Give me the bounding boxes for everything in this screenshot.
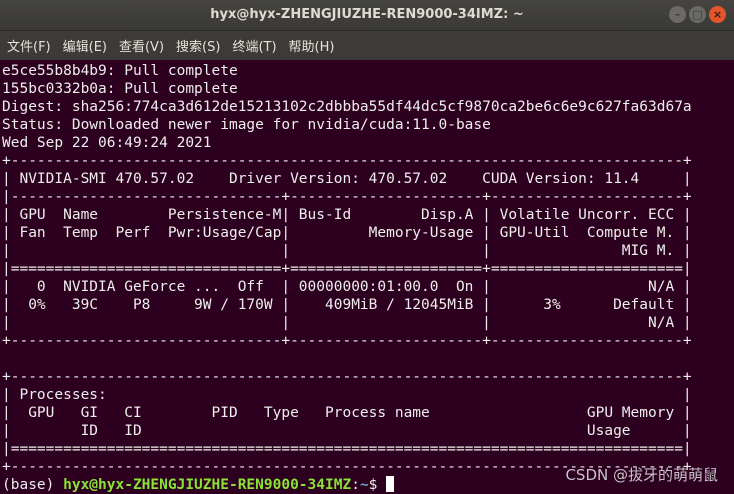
prompt-line: (base) hyx@hyx-ZHENGJIUZHE-REN9000-34IMZ…	[2, 476, 395, 494]
terminal-line: | | | N/A |	[2, 315, 692, 331]
close-button[interactable]: ×	[709, 6, 726, 23]
terminal-line: Wed Sep 22 06:49:24 2021	[2, 135, 212, 151]
menu-view[interactable]: 查看(V)	[113, 36, 170, 55]
prompt-symbol: $	[368, 477, 387, 493]
terminal-line: | NVIDIA-SMI 470.57.02 Driver Version: 4…	[2, 171, 692, 187]
terminal-line: | Processes: |	[2, 387, 692, 403]
terminal-line: | ID ID Usage |	[2, 423, 692, 439]
terminal-line: | 0 NVIDIA GeForce ... Off | 00000000:01…	[2, 279, 692, 295]
terminal-line: |===============================+=======…	[2, 261, 692, 277]
terminal-line: +---------------------------------------…	[2, 369, 692, 385]
maximize-button[interactable]: □	[689, 6, 706, 23]
terminal-line: +-------------------------------+-------…	[2, 333, 692, 349]
menu-terminal[interactable]: 终端(T)	[226, 36, 282, 55]
menu-edit[interactable]: 编辑(E)	[57, 36, 113, 55]
terminal-line: 155bc0332b0a: Pull complete	[2, 81, 238, 97]
prompt-colon: :	[351, 477, 360, 493]
menu-file[interactable]: 文件(F)	[0, 36, 57, 55]
window-controls: – □ ×	[669, 6, 726, 23]
menu-help[interactable]: 帮助(H)	[283, 36, 341, 55]
terminal-line: | | | MIG M. |	[2, 243, 692, 259]
window-title: hyx@hyx-ZHENGJIUZHE-REN9000-34IMZ: ~	[210, 7, 524, 22]
terminal-line: Status: Downloaded newer image for nvidi…	[2, 117, 491, 133]
title-bar: hyx@hyx-ZHENGJIUZHE-REN9000-34IMZ: ~ – □…	[0, 0, 734, 31]
terminal-line: | GPU GI CI PID Type Process name GPU Me…	[2, 405, 692, 421]
text-cursor	[386, 476, 395, 492]
menu-bar: 文件(F) 编辑(E) 查看(V) 搜索(S) 终端(T) 帮助(H)	[0, 31, 734, 60]
terminal-line: | GPU Name Persistence-M| Bus-Id Disp.A …	[2, 207, 692, 223]
terminal-line: e5ce55b8b4b9: Pull complete	[2, 63, 238, 79]
terminal-line: | 0% 39C P8 9W / 170W | 409MiB / 12045Mi…	[2, 297, 692, 313]
terminal-line: | Fan Temp Perf Pwr:Usage/Cap| Memory-Us…	[2, 225, 692, 241]
menu-search[interactable]: 搜索(S)	[170, 36, 226, 55]
terminal-line: Digest: sha256:774ca3d612de15213102c2dbb…	[2, 99, 692, 115]
terminal-line: |=======================================…	[2, 441, 692, 457]
minimize-button[interactable]: –	[669, 6, 686, 23]
conda-env-label: (base)	[2, 477, 64, 493]
prompt-path: ~	[359, 477, 369, 493]
watermark: CSDN @拔牙的萌萌鼠	[565, 466, 718, 484]
terminal-line: +---------------------------------------…	[2, 153, 692, 169]
terminal-output[interactable]: e5ce55b8b4b9: Pull complete 155bc0332b0a…	[0, 60, 734, 494]
prompt-user-host: hyx@hyx-ZHENGJIUZHE-REN9000-34IMZ	[63, 477, 352, 493]
terminal-line: |-------------------------------+-------…	[2, 189, 692, 205]
